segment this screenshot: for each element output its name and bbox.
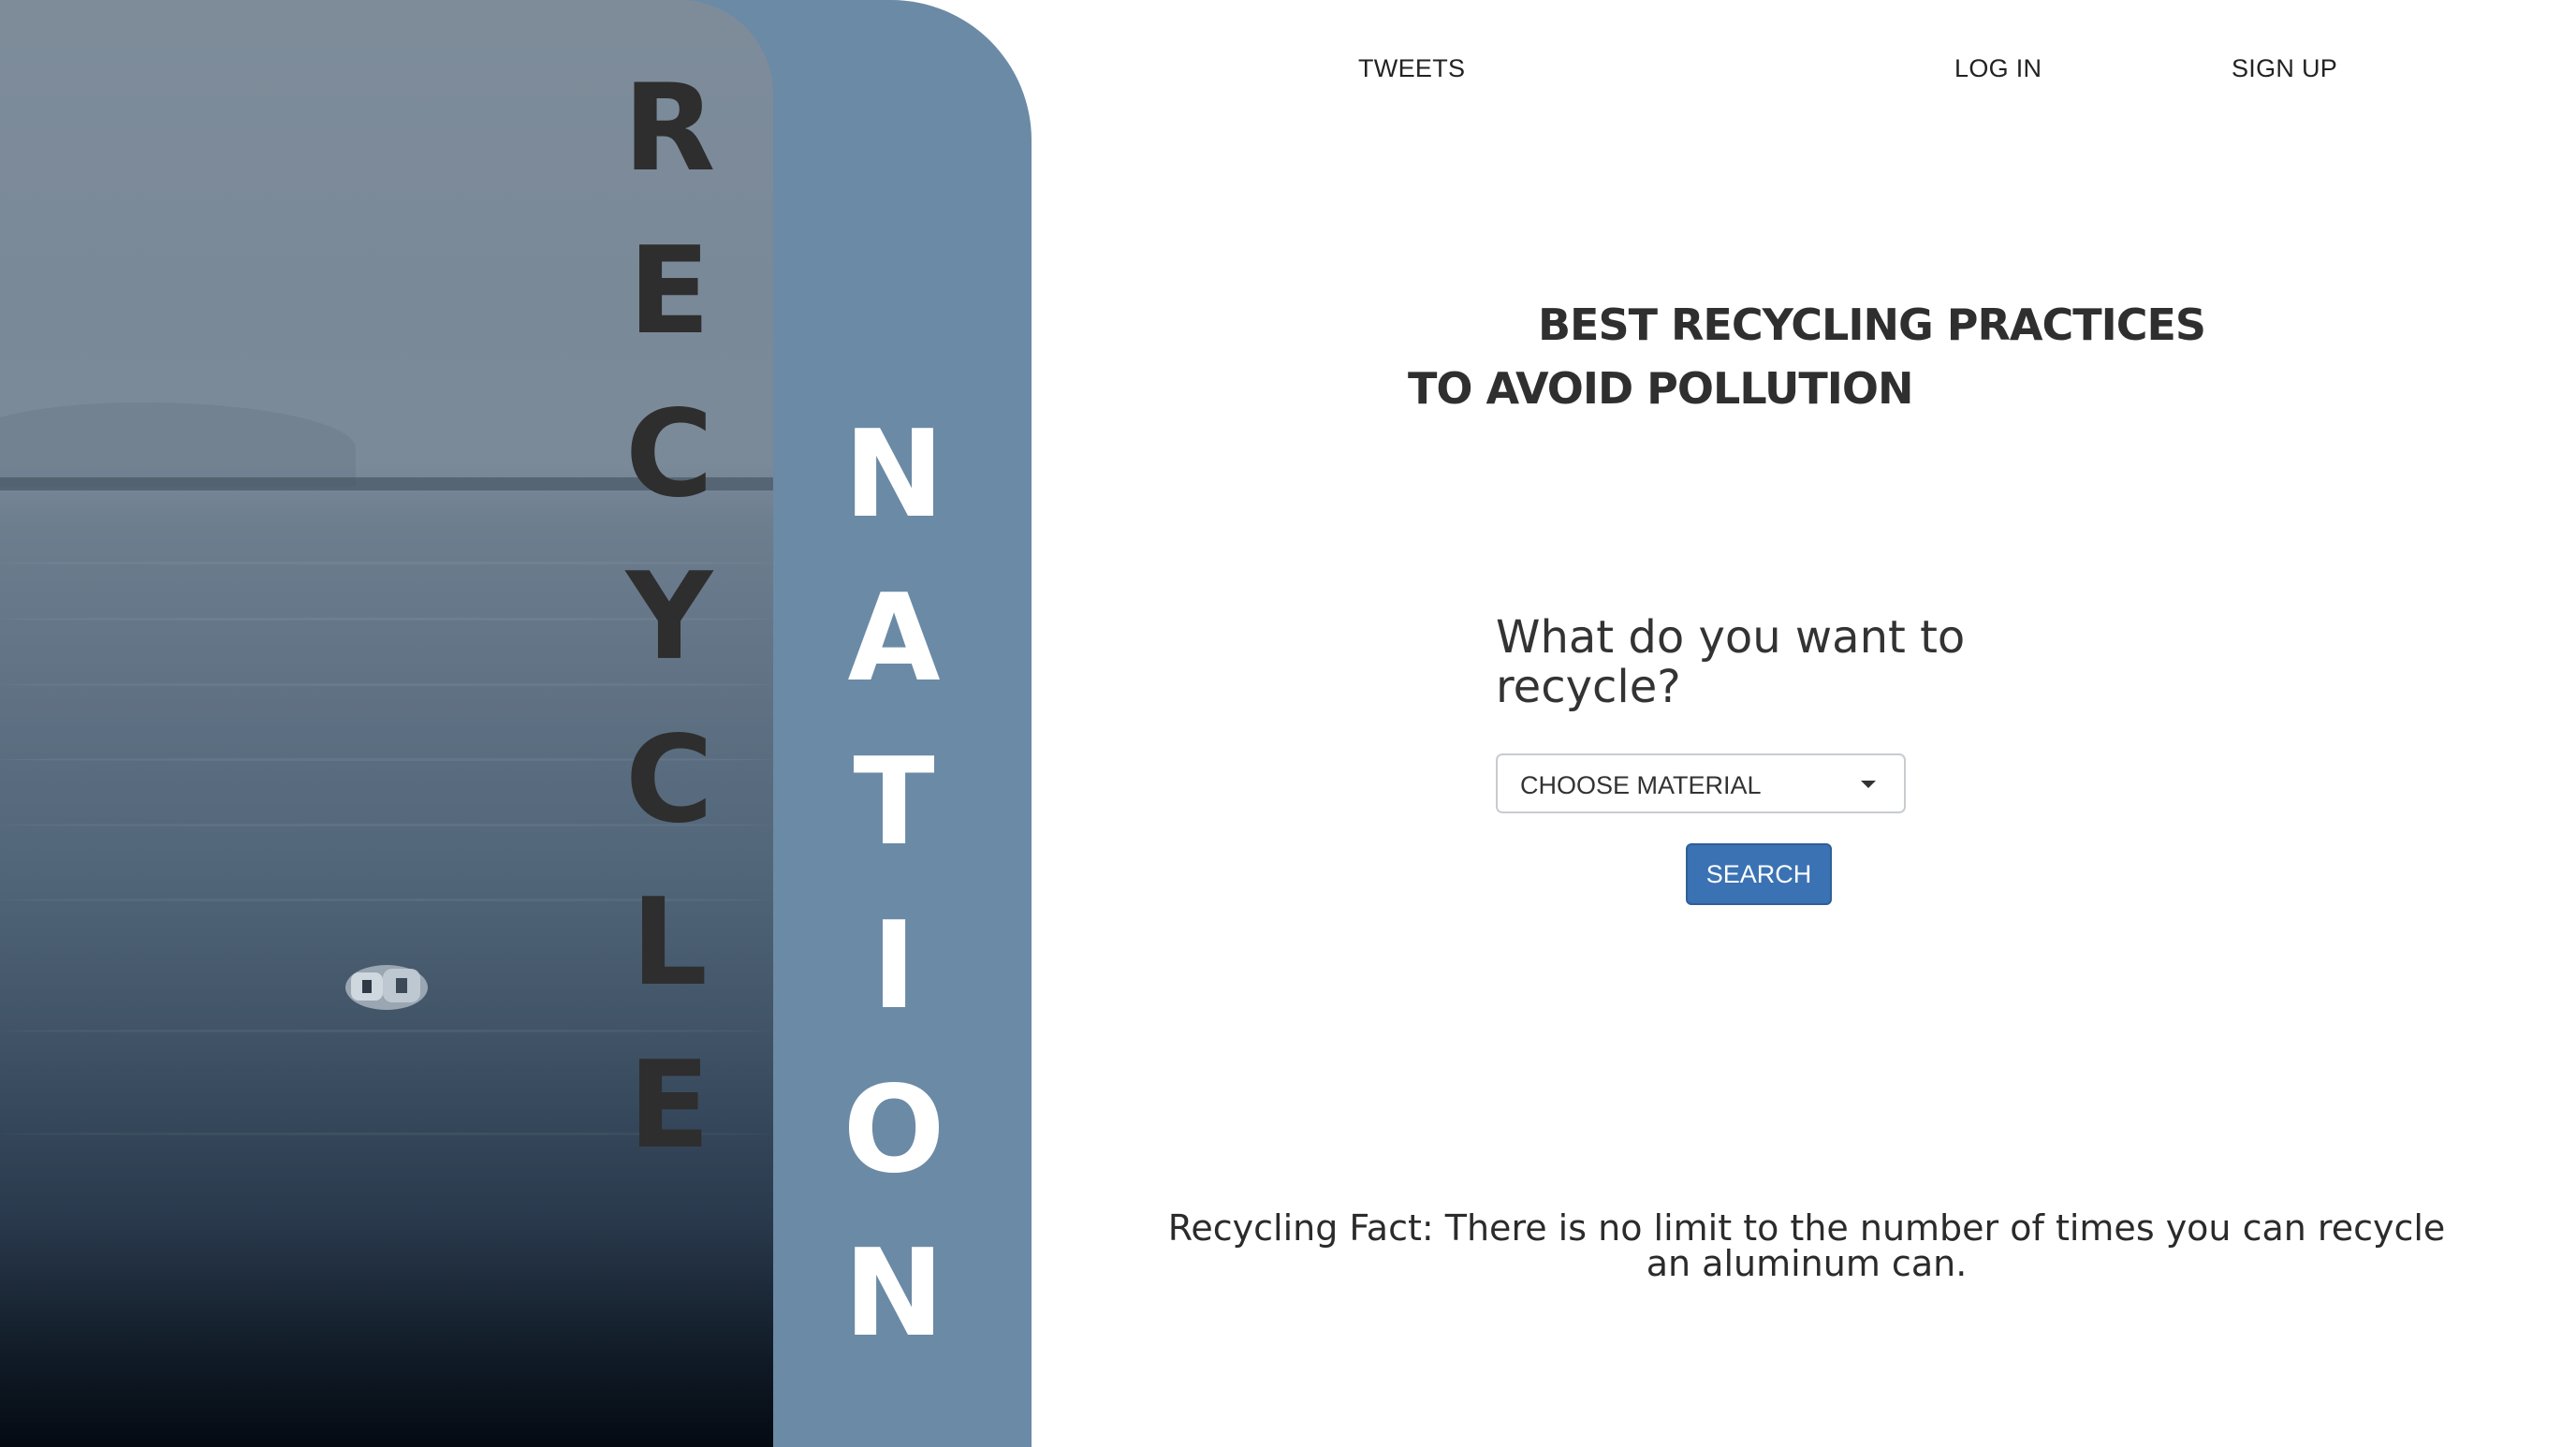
brand-letter: O: [842, 1060, 945, 1200]
distant-hills: [0, 402, 356, 487]
brand-letter: N: [843, 1224, 944, 1364]
brand-letter: T: [853, 733, 935, 872]
brand-letter: Y: [625, 548, 713, 687]
headline-line-1: BEST RECYCLING PRACTICES: [1538, 300, 2206, 350]
search-question: What do you want to recycle?: [1496, 611, 1966, 713]
brand-letter: R: [622, 59, 716, 198]
material-select[interactable]: CHOOSE MATERIAL: [1496, 753, 1906, 813]
water-ripple: [0, 1030, 773, 1032]
page: R E C Y C L E N A T I O N TWEETS LOG IN …: [0, 0, 2576, 1447]
brand-letter: N: [843, 405, 944, 545]
nav-tweets-link[interactable]: TWEETS: [1358, 54, 1465, 83]
headline-line-2: TO AVOID POLLUTION: [1408, 363, 1913, 414]
search-button[interactable]: SEARCH: [1686, 843, 1832, 905]
brand-letter: C: [625, 710, 713, 850]
floating-bottle-icon: [345, 965, 428, 1010]
brand-letter: I: [871, 897, 916, 1036]
brand-letter: E: [628, 1036, 710, 1176]
recycling-fact: Recycling Fact: There is no limit to the…: [1167, 1207, 2446, 1284]
nav-login-link[interactable]: LOG IN: [1954, 54, 2042, 83]
material-select-value: CHOOSE MATERIAL: [1520, 771, 1762, 799]
brand-letter: A: [847, 569, 941, 709]
brand-letter: C: [625, 385, 713, 524]
brand-letter: L: [631, 873, 708, 1013]
caret-down-icon: [1861, 781, 1876, 788]
brand-letter: E: [628, 222, 710, 361]
nav-signup-link[interactable]: SIGN UP: [2232, 54, 2337, 83]
